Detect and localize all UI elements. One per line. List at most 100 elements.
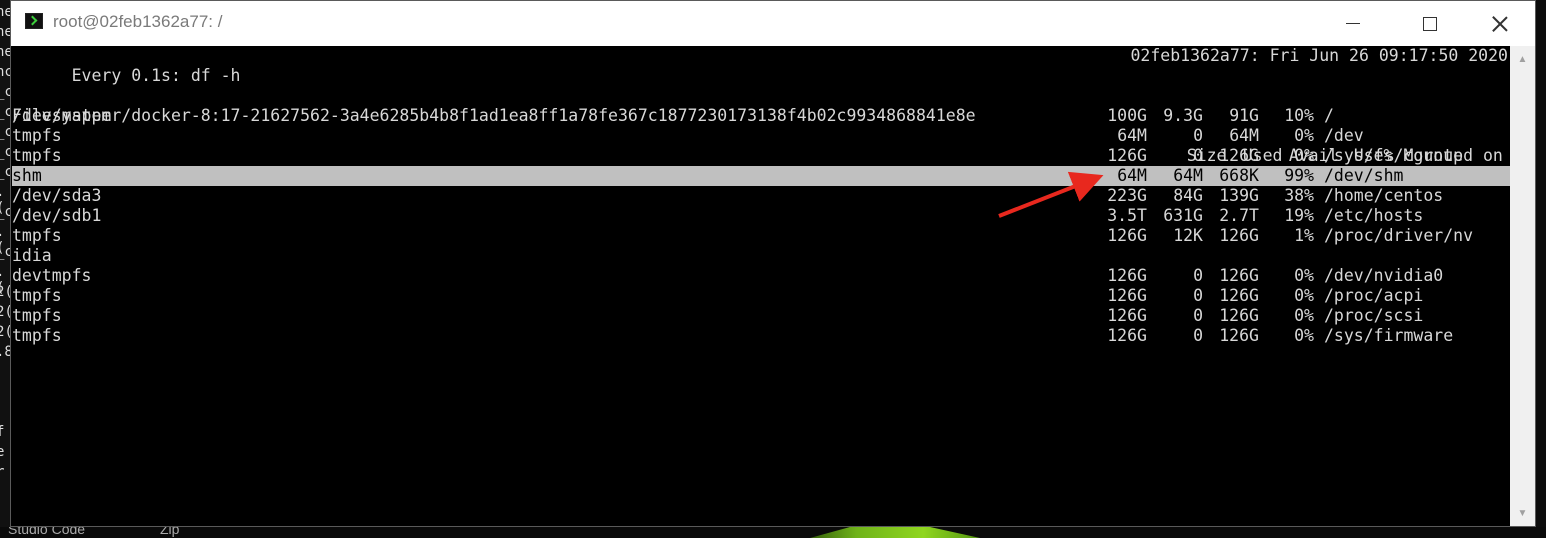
cell-filesystem: tmpfs (12, 326, 62, 345)
watch-header: Every 0.1s: df -h 02feb1362a77: Fri Jun … (12, 46, 1510, 85)
cell-size: 126G (1107, 306, 1147, 325)
terminal-window[interactable]: root@02feb1362a77: / Every 0.1s: df -h 0… (10, 0, 1536, 527)
cell-mount: /sys/firmware (1324, 326, 1454, 345)
cell-mount: /dev/shm (1324, 166, 1404, 185)
cell-avail: 126G (1219, 266, 1259, 285)
cell-size: 3.5T (1107, 206, 1147, 225)
cell-size: 223G (1107, 186, 1147, 205)
cell-mount: /etc/hosts (1324, 206, 1424, 225)
watch-status: 02feb1362a77: Fri Jun 26 09:17:50 2020 (1130, 46, 1509, 65)
df-header-row: Filesystem Size Used Avail Use% Mounted on (12, 86, 1510, 165)
cell-size: 126G (1107, 146, 1147, 165)
cell-size: 126G (1107, 326, 1147, 345)
table-row: /dev/mapper/docker-8:17-21627562-3a4e628… (12, 106, 1510, 126)
cell-size: 64M (1117, 126, 1147, 145)
cell-used: 0 (1193, 146, 1203, 165)
cell-avail: 126G (1219, 306, 1259, 325)
cell-size: 126G (1107, 286, 1147, 305)
cell-use: 0% (1294, 146, 1314, 165)
cell-avail: 126G (1219, 286, 1259, 305)
wallpaper-glow (810, 527, 980, 538)
cell-mount: /home/centos (1324, 186, 1444, 205)
cell-filesystem: tmpfs (12, 146, 62, 165)
cell-avail: 2.7T (1219, 206, 1259, 225)
table-row-highlighted: shm 64M 64M 668K 99% /dev/shm (12, 166, 1510, 186)
cell-avail: 64M (1229, 126, 1259, 145)
cell-mount: /dev (1324, 126, 1364, 145)
cell-avail: 126G (1219, 146, 1259, 165)
cell-use: 38% (1284, 186, 1314, 205)
table-row: idia (12, 246, 1510, 266)
taskbar-item[interactable]: Zip (160, 527, 179, 537)
taskbar: Studio Code Zip (0, 527, 1546, 538)
cell-mount: /proc/driver/nv (1324, 226, 1474, 245)
terminal-icon (25, 13, 43, 29)
scroll-up-icon[interactable]: ▲ (1510, 48, 1535, 70)
cell-filesystem: shm (12, 166, 42, 185)
watch-command: Every 0.1s: df -h (71, 66, 241, 85)
table-row: tmpfs 126G 12K 126G 1% /proc/driver/nv (12, 226, 1510, 246)
maximize-button[interactable] (1394, 1, 1466, 46)
cell-use: 0% (1294, 326, 1314, 345)
table-row: devtmpfs 126G 0 126G 0% /dev/nvidia0 (12, 266, 1510, 286)
cell-used: 64M (1173, 166, 1203, 185)
cell-size: 126G (1107, 266, 1147, 285)
cell-used: 84G (1173, 186, 1203, 205)
cell-used: 0 (1193, 126, 1203, 145)
window-title: root@02feb1362a77: / (53, 12, 223, 31)
cell-use: 10% (1284, 106, 1314, 125)
table-row: tmpfs 126G 0 126G 0% /proc/scsi (12, 306, 1510, 326)
cell-avail: 91G (1229, 106, 1259, 125)
title-bar[interactable]: root@02feb1362a77: / (11, 1, 1535, 46)
table-row: tmpfs 126G 0 126G 0% /proc/acpi (12, 286, 1510, 306)
close-icon (1492, 16, 1508, 32)
table-row: tmpfs 64M 0 64M 0% /dev (12, 126, 1510, 146)
cell-size: 126G (1107, 226, 1147, 245)
cell-filesystem: idia (12, 246, 52, 265)
cell-use: 1% (1294, 226, 1314, 245)
minimize-button[interactable] (1317, 1, 1389, 46)
cell-filesystem: tmpfs (12, 286, 62, 305)
cell-mount: /sys/fs/cgroup (1324, 146, 1464, 165)
cell-used: 0 (1193, 326, 1203, 345)
cell-used: 0 (1193, 266, 1203, 285)
cell-avail: 126G (1219, 326, 1259, 345)
cell-filesystem: tmpfs (12, 126, 62, 145)
cell-avail: 126G (1219, 226, 1259, 245)
cell-use: 0% (1294, 286, 1314, 305)
cell-mount: /proc/scsi (1324, 306, 1424, 325)
table-row: /dev/sdb1 3.5T 631G 2.7T 19% /etc/hosts (12, 206, 1510, 226)
cell-filesystem: /dev/sda3 (12, 186, 102, 205)
cell-use: 0% (1294, 266, 1314, 285)
cell-filesystem: tmpfs (12, 306, 62, 325)
cell-filesystem: /dev/sdb1 (12, 206, 102, 225)
table-row: tmpfs 126G 0 126G 0% /sys/fs/cgroup (12, 146, 1510, 166)
cell-use: 0% (1294, 306, 1314, 325)
cell-avail: 668K (1219, 166, 1259, 185)
cell-use: 99% (1284, 166, 1314, 185)
terminal-output[interactable]: Every 0.1s: df -h 02feb1362a77: Fri Jun … (11, 46, 1510, 526)
background-window-edge: nenene nc_c_c _c_c_c .(_c.( _c.(2( 2(2(.… (0, 0, 10, 538)
maximize-icon (1423, 16, 1437, 31)
table-row: tmpfs 126G 0 126G 0% /sys/firmware (12, 326, 1510, 346)
cell-size: 64M (1117, 166, 1147, 185)
cell-use: 19% (1284, 206, 1314, 225)
cell-filesystem: tmpfs (12, 226, 62, 245)
cell-avail: 139G (1219, 186, 1259, 205)
cell-mount: / (1324, 106, 1334, 125)
table-row: /dev/sda3 223G 84G 139G 38% /home/centos (12, 186, 1510, 206)
cell-filesystem: /dev/mapper/docker-8:17-21627562-3a4e628… (12, 106, 976, 125)
cell-size: 100G (1107, 106, 1147, 125)
cell-used: 12K (1173, 226, 1203, 245)
cell-used: 0 (1193, 286, 1203, 305)
close-button[interactable] (1464, 1, 1536, 46)
cell-used: 631G (1163, 206, 1203, 225)
cell-mount: /dev/nvidia0 (1324, 266, 1444, 285)
cell-filesystem: devtmpfs (12, 266, 92, 285)
cell-use: 0% (1294, 126, 1314, 145)
cell-mount: /proc/acpi (1324, 286, 1424, 305)
vertical-scrollbar[interactable]: ▲ ▼ (1510, 46, 1535, 526)
minimize-icon (1346, 23, 1360, 24)
scroll-down-icon[interactable]: ▼ (1510, 502, 1535, 524)
taskbar-item[interactable]: Studio Code (8, 527, 85, 537)
